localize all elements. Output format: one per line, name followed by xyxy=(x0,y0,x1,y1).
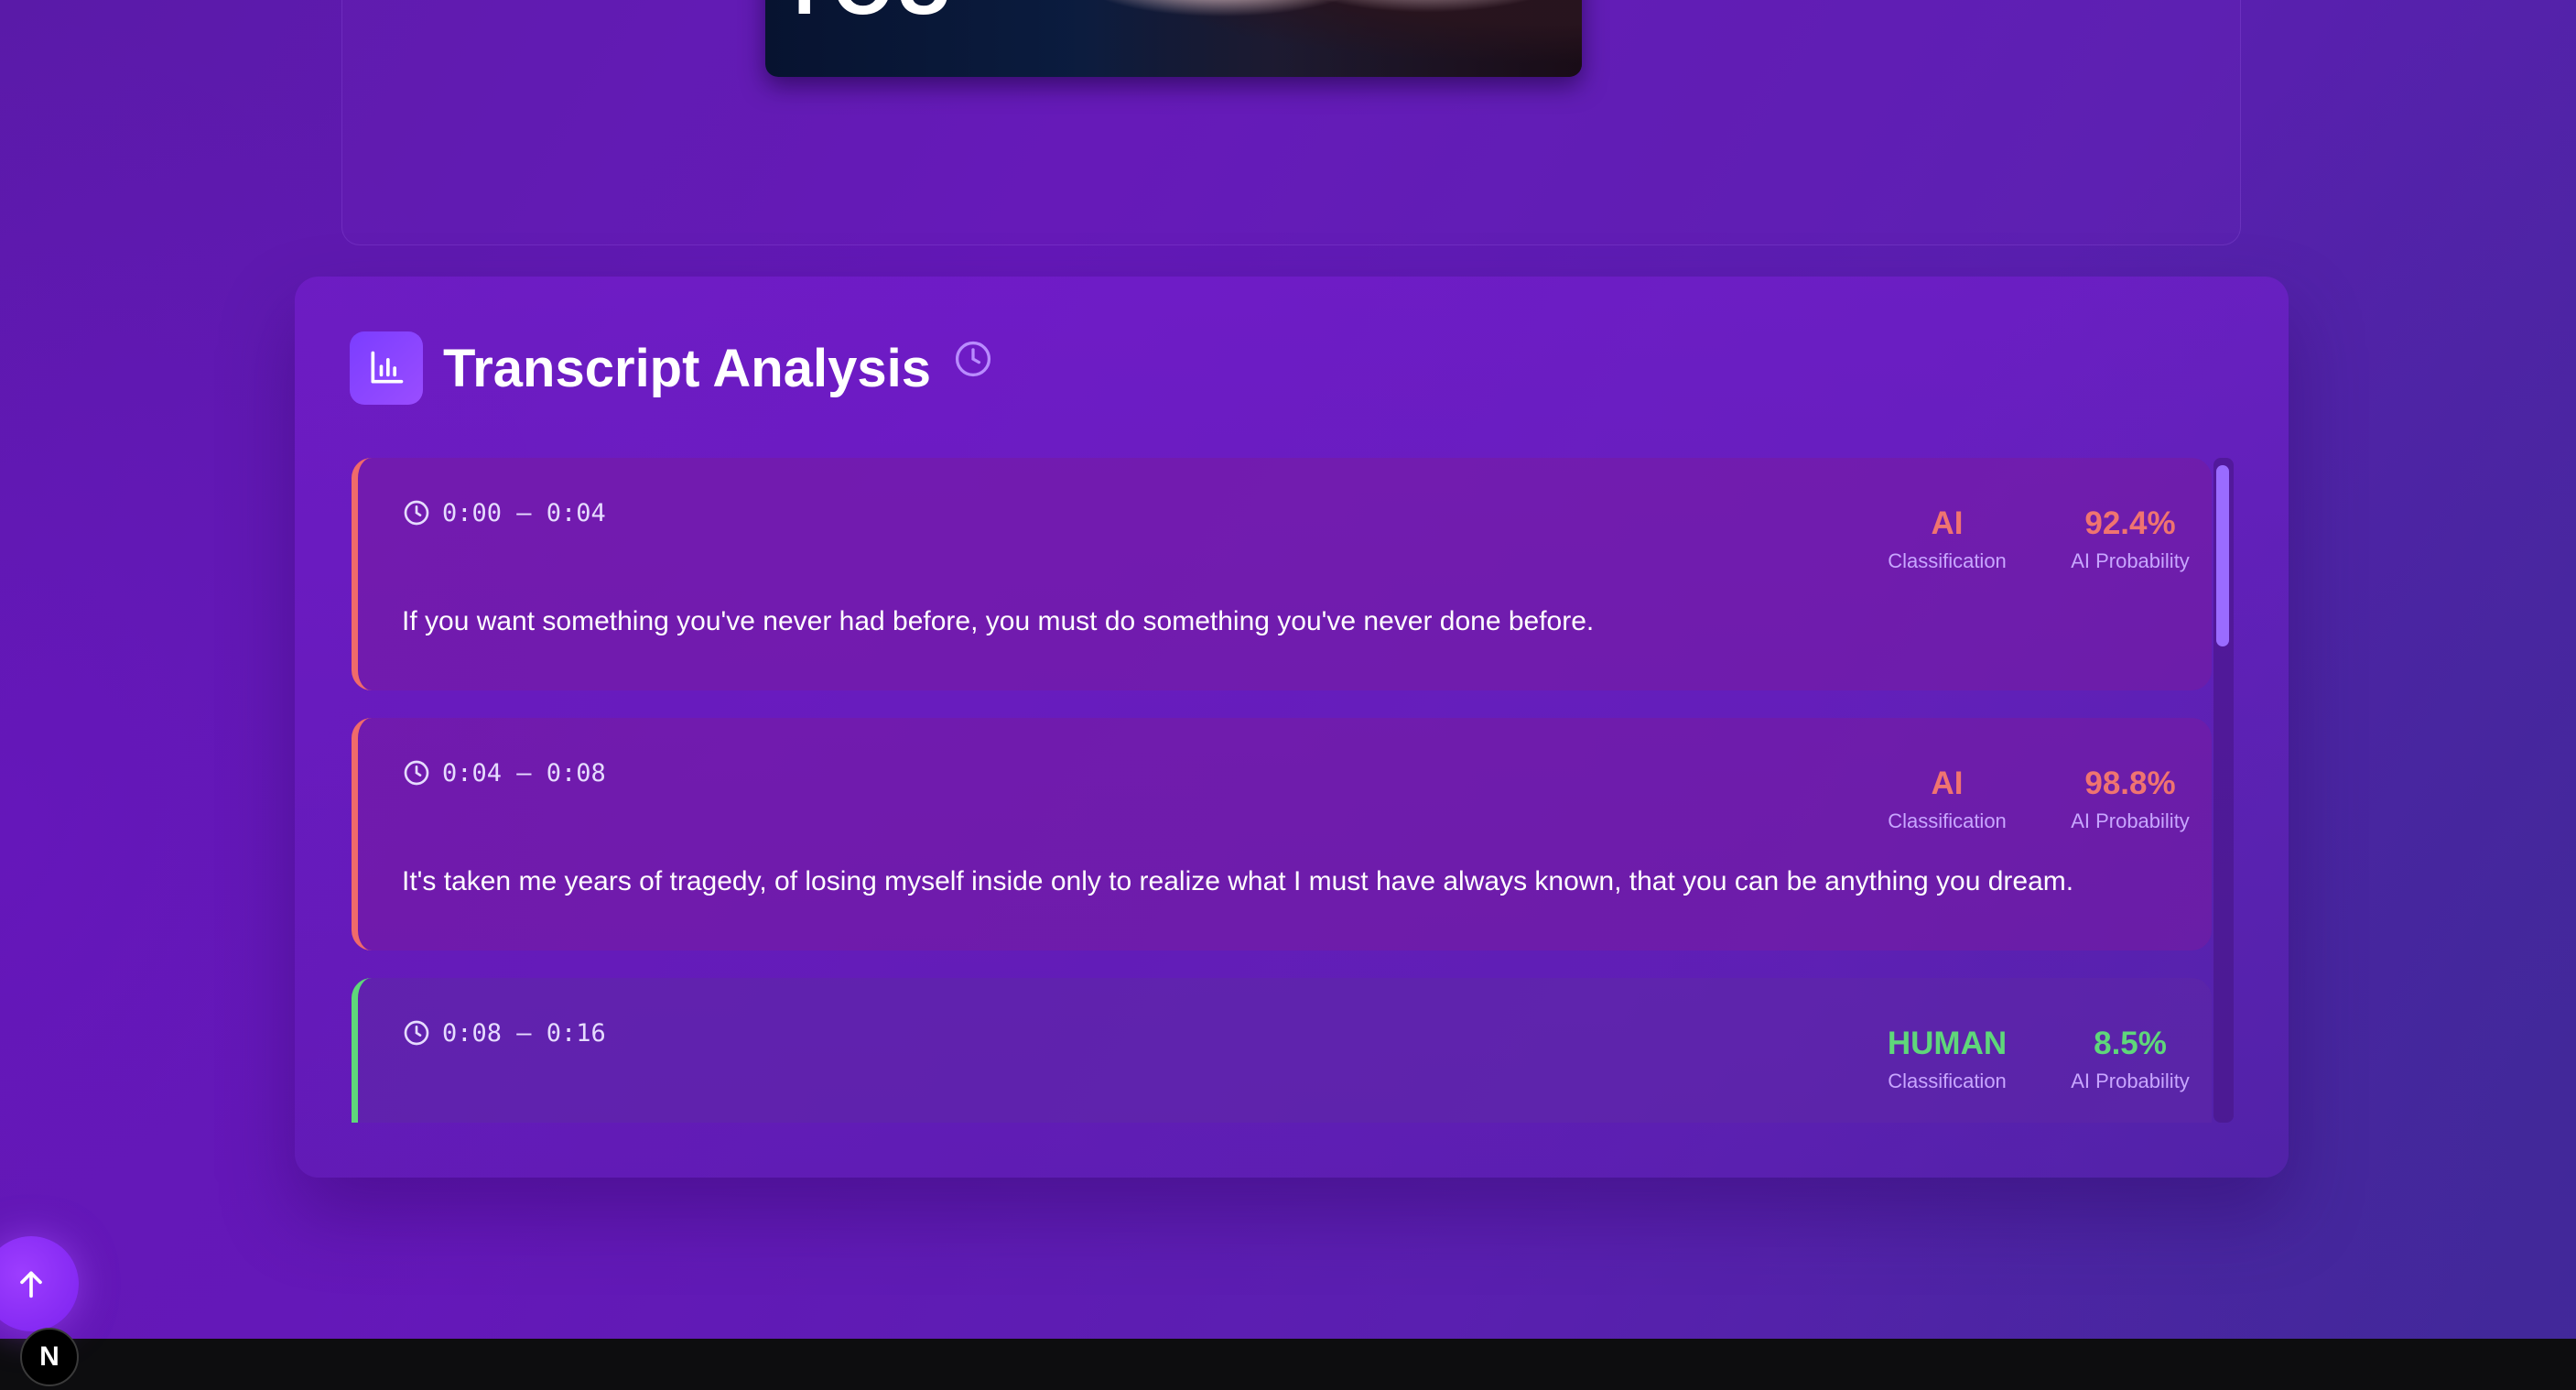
clock-icon[interactable] xyxy=(953,339,993,379)
probability-value: 92.4% xyxy=(2084,505,2176,541)
classification-value: AI xyxy=(1931,766,1964,801)
clock-icon xyxy=(404,760,429,786)
segment-classification: AI Classification xyxy=(1856,766,2039,833)
transcript-title: Transcript Analysis xyxy=(443,338,931,398)
arrow-up-icon xyxy=(20,1271,42,1298)
video-card: YOU xyxy=(341,0,2241,245)
segment-list-scrollbar[interactable] xyxy=(2213,458,2234,1123)
segment-text: It's taken me years of tragedy, of losin… xyxy=(402,866,2074,896)
classification-value: AI xyxy=(1931,505,1964,541)
segment-text: If you want something you've never had b… xyxy=(402,606,1595,636)
transcript-header: Transcript Analysis xyxy=(350,331,993,405)
classification-value: HUMAN xyxy=(1887,1026,2008,1061)
segment-list[interactable]: 0:00 – 0:04 AI Classification 92.4% AI P… xyxy=(352,458,2237,1123)
transcript-segment[interactable]: 0:08 – 0:16 HUMAN Classification 8.5% AI… xyxy=(352,978,2212,1123)
bottom-bar xyxy=(0,1339,2576,1390)
segment-time: 0:04 – 0:08 xyxy=(402,758,606,787)
video-caption: YOU xyxy=(778,0,954,27)
video-thumbnail[interactable]: YOU xyxy=(765,0,1582,77)
probability-value: 98.8% xyxy=(2084,766,2176,801)
transcript-segment[interactable]: 0:04 – 0:08 AI Classification 98.8% AI P… xyxy=(352,718,2212,950)
segment-time-label: 0:08 – 0:16 xyxy=(442,1018,606,1048)
segment-time: 0:00 – 0:04 xyxy=(402,498,606,527)
dev-tools-badge[interactable]: N xyxy=(20,1328,79,1386)
probability-label: AI Probability xyxy=(2071,809,2190,832)
segment-probability: 92.4% AI Probability xyxy=(2039,505,2222,573)
classification-label: Classification xyxy=(1888,809,2007,832)
clock-icon xyxy=(404,500,429,526)
probability-label: AI Probability xyxy=(2071,549,2190,572)
classification-label: Classification xyxy=(1888,1070,2007,1092)
clock-icon xyxy=(404,1020,429,1046)
segment-time: 0:08 – 0:16 xyxy=(402,1018,606,1048)
segment-time-label: 0:00 – 0:04 xyxy=(442,498,606,527)
probability-label: AI Probability xyxy=(2071,1070,2190,1092)
segment-probability: 8.5% AI Probability xyxy=(2039,1026,2222,1093)
video-thumbnail-image xyxy=(1067,0,1582,77)
classification-label: Classification xyxy=(1888,549,2007,572)
segment-time-label: 0:04 – 0:08 xyxy=(442,758,606,787)
segment-probability: 98.8% AI Probability xyxy=(2039,766,2222,833)
segment-classification: AI Classification xyxy=(1856,505,2039,573)
transcript-analysis-card: Transcript Analysis 0:00 – 0:04 AI Class… xyxy=(295,277,2289,1178)
transcript-segment[interactable]: 0:00 – 0:04 AI Classification 92.4% AI P… xyxy=(352,458,2212,690)
probability-value: 8.5% xyxy=(2094,1026,2167,1061)
scrollbar-thumb[interactable] xyxy=(2216,465,2229,646)
segment-classification: HUMAN Classification xyxy=(1856,1026,2039,1093)
bar-chart-icon xyxy=(350,331,423,405)
